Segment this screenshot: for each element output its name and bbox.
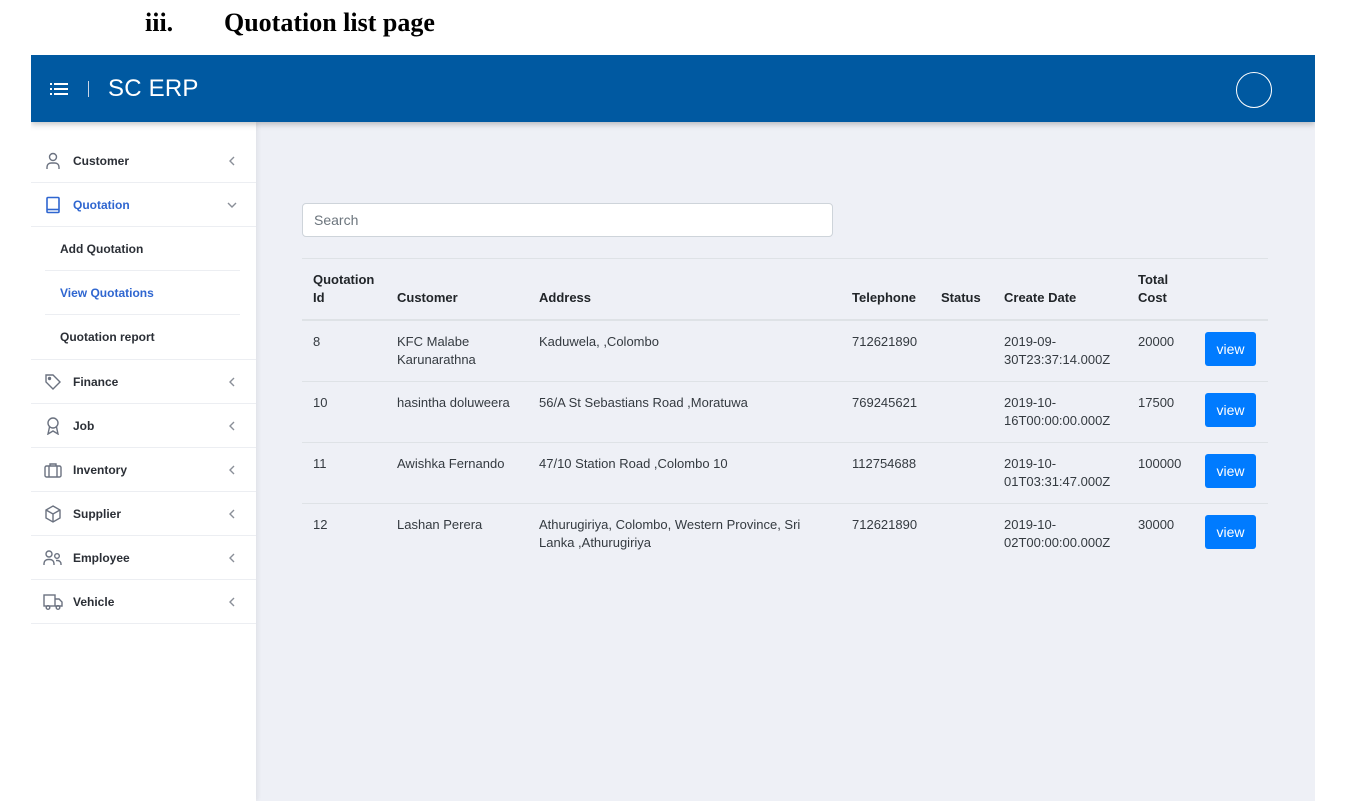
cell-action: view [1194,381,1268,443]
cell-action: view [1194,442,1268,504]
cell-status [930,320,993,382]
cell-telephone: 112754688 [841,442,930,504]
chevron-left-icon [224,597,240,607]
heading-number: iii. [145,8,174,37]
sidebar-item-quotation[interactable]: Quotation [31,183,256,227]
sidebar-item-employee[interactable]: Employee [31,536,256,580]
cell-customer: KFC Malabe Karunarathna [397,334,476,367]
sidebar-item-label: Finance [73,374,119,389]
chevron-left-icon [224,465,240,475]
sidebar-subitem-quotation-report[interactable]: Quotation report [45,315,240,359]
cell-total-cost: 17500 [1127,381,1194,443]
cell-address: Kaduwela, ,Colombo [539,334,659,349]
sidebar-subitem-add-quotation[interactable]: Add Quotation [45,227,240,271]
sidebar: Customer Quotation Add Quotation View Qu… [31,122,256,801]
table-row: 12 Lashan Perera Athurugiriya, Colombo, … [302,503,1268,564]
view-button[interactable]: view [1205,515,1256,549]
column-header-action [1194,258,1268,321]
cell-create-date: 2019-10-01T03:31:47.000Z [993,442,1127,504]
app-window: SC ERP Customer Quotation Add Quotation … [31,55,1315,801]
cell-create-date: 2019-10-02T00:00:00.000Z [993,503,1127,564]
cell-address: 56/A St Sebastians Road ,Moratuwa [528,381,841,443]
cell-telephone: 712621890 [852,334,918,349]
chevron-down-icon [224,201,240,209]
cell-quotation-id: 11 [302,442,386,504]
cell-action: view [1194,320,1268,382]
table-row: 8 KFC Malabe Karunarathna Kaduwela, ,Col… [302,320,1268,382]
briefcase-icon [33,462,73,478]
box-icon [33,504,73,523]
sidebar-item-label: Employee [73,550,130,565]
heading-title: Quotation list page [224,8,435,37]
sidebar-item-label: Customer [73,153,130,168]
chevron-left-icon [224,509,240,519]
quotations-table: Quotation Id Customer Address Telephone S… [302,258,1268,564]
cell-quotation-id: 10 [302,381,386,443]
chevron-left-icon [224,377,240,387]
view-button[interactable]: view [1205,454,1256,488]
cell-customer: Awishka Fernando [386,442,528,504]
chevron-left-icon [224,553,240,563]
sidebar-item-inventory[interactable]: Inventory [31,448,256,492]
cell-create-date: 2019-10-16T00:00:00.000Z [993,381,1127,443]
column-header-customer: Customer [386,258,528,321]
table-row: 11 Awishka Fernando 47/10 Station Road ,… [302,442,1268,504]
sidebar-item-label: Inventory [73,462,128,477]
cell-quotation-id: 12 [302,503,386,564]
search-input[interactable] [302,203,833,237]
cell-telephone: 769245621 [841,381,930,443]
cell-address: 47/10 Station Road ,Colombo 10 [528,442,841,504]
cell-quotation-id: 8 [313,334,321,349]
app-brand[interactable]: SC ERP [108,75,199,103]
sidebar-item-customer[interactable]: Customer [31,139,256,183]
truck-icon [33,593,73,611]
column-header-create-date: Create Date [993,258,1127,321]
book-icon [33,196,73,214]
cell-create-date: 2019-09-30T23:37:14.000Z [1004,334,1111,367]
document-heading: iii. Quotation list page [145,8,435,38]
cell-total-cost: 30000 [1127,503,1194,564]
column-header-quotation-id: Quotation Id [302,258,386,321]
top-navbar: SC ERP [31,55,1315,122]
cell-status [930,442,993,504]
cell-status [930,381,993,443]
cell-telephone: 712621890 [841,503,930,564]
column-header-status: Status [930,258,993,321]
cell-action: view [1194,503,1268,564]
header-divider [88,80,89,97]
sidebar-item-finance[interactable]: Finance [31,360,256,404]
cell-customer: Lashan Perera [386,503,528,564]
chevron-left-icon [224,421,240,431]
main-content: QuotationId Customer Address Telephone S… [256,122,1315,801]
sidebar-item-label: Vehicle [73,594,115,609]
sidebar-subitem-view-quotations[interactable]: View Quotations [45,271,240,315]
view-button[interactable]: view [1205,393,1256,427]
cell-total-cost: 20000 [1138,334,1175,349]
cell-status [930,503,993,564]
sidebar-item-label: Quotation [73,197,130,212]
sidebar-item-label: Supplier [73,506,122,521]
view-button[interactable]: view [1205,332,1256,366]
menu-toggle-icon[interactable] [49,79,69,99]
sidebar-item-label: Job [73,418,95,433]
chevron-left-icon [224,156,240,166]
users-icon [33,549,73,567]
sidebar-item-vehicle[interactable]: Vehicle [31,580,256,624]
user-icon [33,152,73,170]
cell-customer: hasintha doluweera [386,381,528,443]
sidebar-item-supplier[interactable]: Supplier [31,492,256,536]
table-row: 10 hasintha doluweera 56/A St Sebastians… [302,381,1268,443]
table-header-row: Quotation Id Customer Address Telephone S… [302,258,1268,321]
cell-total-cost: 100000 [1127,442,1194,504]
sidebar-item-job[interactable]: Job [31,404,256,448]
cell-address: Athurugiriya, Colombo, Western Province,… [528,503,841,564]
award-icon [33,416,73,435]
column-header-total-cost: Total Cost [1127,258,1194,321]
quotation-submenu: Add Quotation View Quotations Quotation … [31,227,256,360]
column-header-telephone: Telephone [841,258,930,321]
user-avatar[interactable] [1236,72,1272,108]
tag-icon [33,373,73,391]
column-header-address: Address [528,258,841,321]
